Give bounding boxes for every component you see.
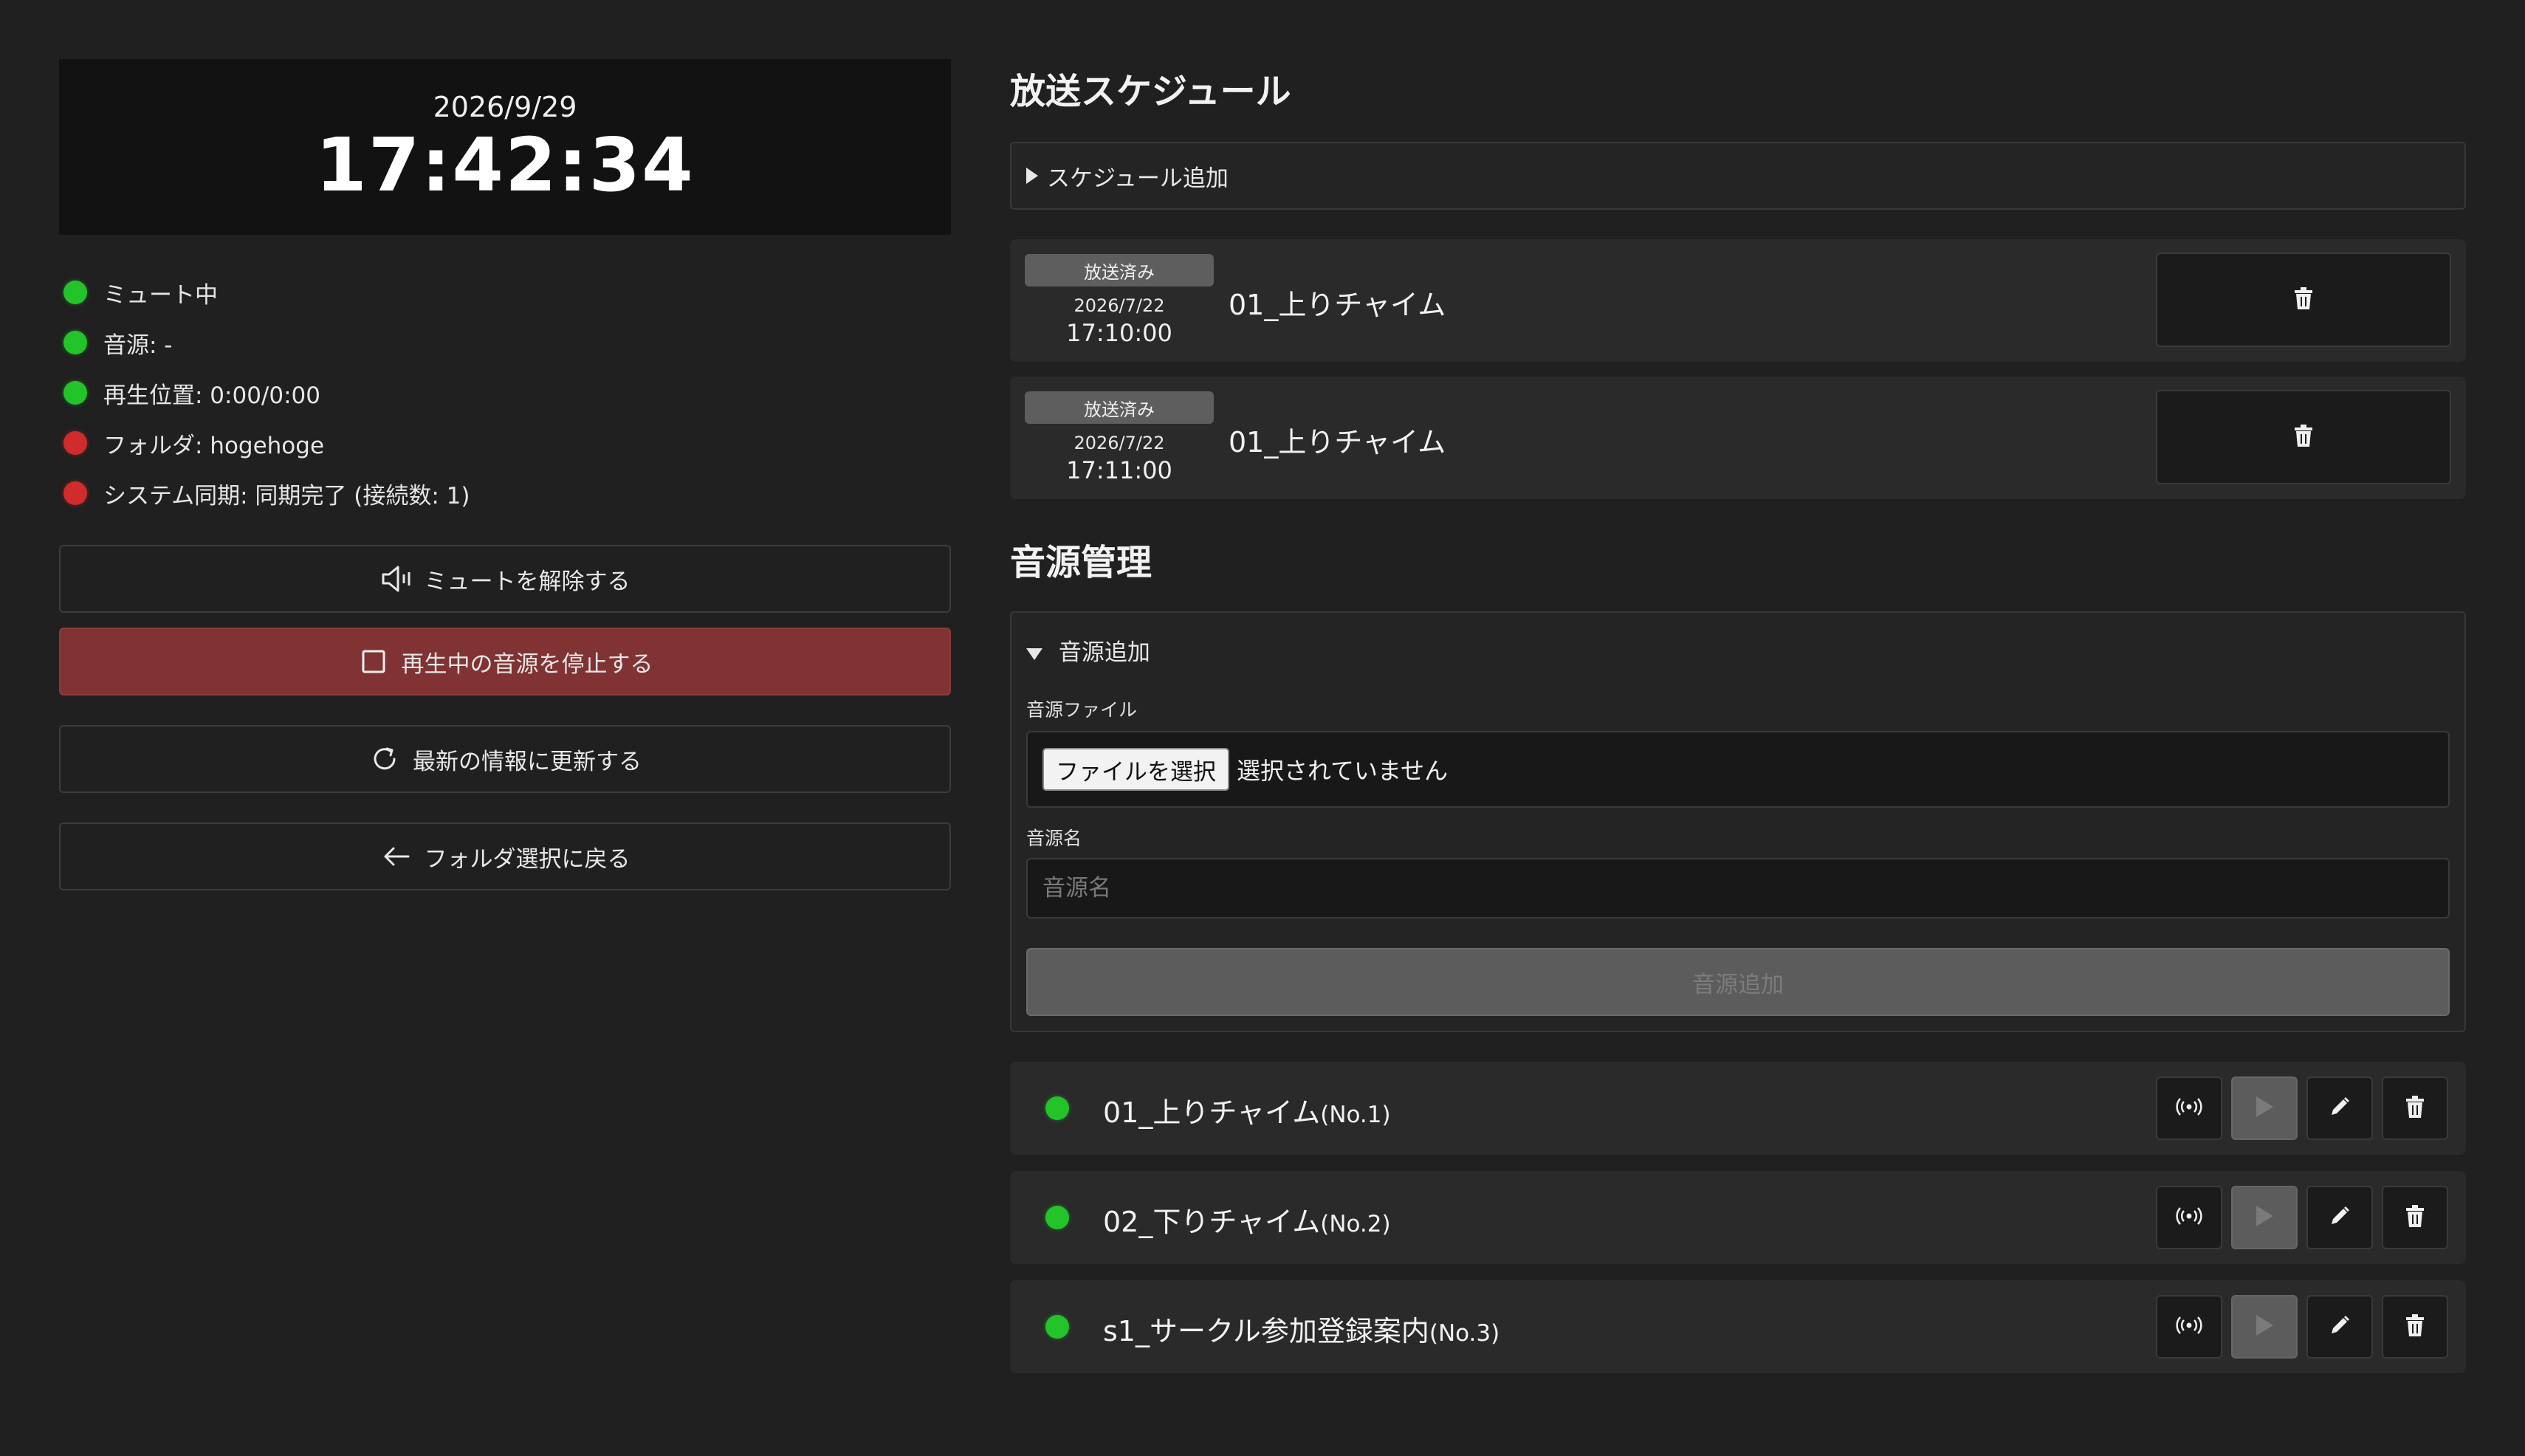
status-folder: フォルダ: hogehoge: [59, 418, 951, 468]
stop-label: 再生中の音源を停止する: [401, 650, 653, 678]
status-indicator-icon: [63, 481, 87, 505]
play-button[interactable]: [2231, 1186, 2298, 1249]
name-field-label: 音源名: [1026, 828, 1082, 849]
stop-icon: [357, 645, 390, 678]
schedule-date: 2026/7/22: [1073, 433, 1165, 453]
clock-time: 17:42:34: [315, 121, 695, 208]
status-indicator-icon: [1045, 1206, 1069, 1229]
add-schedule-toggle[interactable]: スケジュール追加: [1010, 142, 2466, 210]
file-status: 選択されていません: [1237, 757, 1449, 785]
back-to-folder-button[interactable]: フォルダ選択に戻る: [59, 823, 951, 890]
add-source-button[interactable]: 音源追加: [1026, 948, 2450, 1016]
status-label: ミュート中: [103, 281, 218, 309]
play-button[interactable]: [2231, 1076, 2298, 1140]
caret-right-icon: [1026, 168, 1038, 184]
delete-schedule-button[interactable]: [2156, 253, 2451, 347]
source-name-input[interactable]: [1026, 858, 2450, 918]
clock-date: 2026/9/29: [433, 90, 577, 123]
sources-heading: 音源管理: [1010, 542, 1152, 583]
unmute-label: ミュートを解除する: [424, 568, 631, 595]
refresh-label: 最新の情報に更新する: [413, 748, 642, 775]
trash-icon: [2405, 1314, 2425, 1339]
status-source: 音源: -: [59, 317, 951, 368]
source-name: 02_下りチャイム(No.2): [1103, 1206, 1391, 1238]
status-indicator-icon: [63, 281, 87, 304]
source-name: 01_上りチャイム(No.1): [1103, 1096, 1391, 1129]
pencil-icon: [2329, 1205, 2351, 1230]
app-page: 2026/9/29 17:42:34 ミュート中 音源: - 再生位置: 0:0…: [0, 0, 2525, 1456]
broadcast-icon: [2176, 1207, 2202, 1228]
status-label: システム同期: 同期完了 (接続数: 1): [103, 482, 470, 509]
clock-display: 2026/9/29 17:42:34: [59, 59, 951, 235]
delete-source-button[interactable]: [2382, 1186, 2448, 1249]
control-panel: 2026/9/29 17:42:34 ミュート中 音源: - 再生位置: 0:0…: [59, 59, 951, 890]
broadcast-button[interactable]: [2156, 1295, 2222, 1359]
status-indicator-icon: [1045, 1315, 1069, 1339]
trash-icon: [2405, 1096, 2425, 1121]
status-label: フォルダ: hogehoge: [103, 432, 325, 459]
caret-down-icon: [1026, 648, 1042, 660]
add-source-label: 音源追加: [1058, 639, 1150, 666]
status-position: 再生位置: 0:00/0:00: [59, 368, 951, 418]
play-icon: [2254, 1314, 2275, 1340]
broadcast-button[interactable]: [2156, 1186, 2222, 1249]
edit-button[interactable]: [2306, 1076, 2373, 1140]
delete-source-button[interactable]: [2382, 1076, 2448, 1140]
schedule-item: 放送済み 2026/7/22 17:10:00 01_上りチャイム: [1010, 239, 2466, 362]
source-item: 02_下りチャイム(No.2): [1010, 1171, 2466, 1264]
edit-button[interactable]: [2306, 1295, 2373, 1359]
speaker-icon: [380, 563, 413, 595]
delete-source-button[interactable]: [2382, 1295, 2448, 1359]
add-source-panel: 音源追加 音源ファイル ファイルを選択 選択されていません 音源名 音源追加: [1010, 611, 2466, 1032]
play-icon: [2254, 1204, 2275, 1231]
schedule-time: 17:11:00: [1066, 456, 1172, 484]
choose-file-button[interactable]: ファイルを選択: [1042, 748, 1229, 791]
unmute-button[interactable]: ミュートを解除する: [59, 545, 951, 613]
broadcast-button[interactable]: [2156, 1076, 2222, 1140]
schedule-item: 放送済み 2026/7/22 17:11:00 01_上りチャイム: [1010, 377, 2466, 499]
edit-button[interactable]: [2306, 1186, 2373, 1249]
refresh-button[interactable]: 最新の情報に更新する: [59, 725, 951, 793]
status-label: 音源: -: [103, 332, 173, 359]
schedule-source-name: 01_上りチャイム: [1229, 289, 1446, 321]
schedule-time: 17:10:00: [1066, 319, 1172, 347]
status-indicator-icon: [63, 381, 87, 405]
add-source-toggle[interactable]: 音源追加: [1026, 633, 1150, 667]
trash-icon: [2405, 1205, 2425, 1230]
status-indicator-icon: [63, 331, 87, 354]
status-list: ミュート中 音源: - 再生位置: 0:00/0:00 フォルダ: hogeho…: [59, 267, 951, 518]
status-indicator-icon: [1045, 1096, 1069, 1120]
status-badge: 放送済み: [1025, 254, 1214, 286]
source-item: 01_上りチャイム(No.1): [1010, 1062, 2466, 1155]
play-button[interactable]: [2231, 1295, 2298, 1359]
broadcast-icon: [2176, 1316, 2202, 1337]
arrow-left-icon: [380, 840, 413, 873]
status-indicator-icon: [63, 431, 87, 455]
broadcast-icon: [2176, 1098, 2202, 1119]
refresh-icon: [368, 743, 401, 775]
pencil-icon: [2329, 1314, 2351, 1339]
pencil-icon: [2329, 1096, 2351, 1121]
status-label: 再生位置: 0:00/0:00: [103, 382, 320, 409]
stop-playback-button[interactable]: 再生中の音源を停止する: [59, 628, 951, 696]
schedule-date: 2026/7/22: [1073, 295, 1165, 316]
trash-icon: [2294, 425, 2313, 450]
status-badge: 放送済み: [1025, 391, 1214, 424]
schedule-heading: 放送スケジュール: [1010, 71, 1291, 112]
schedule-source-name: 01_上りチャイム: [1229, 426, 1446, 459]
status-mute: ミュート中: [59, 267, 951, 317]
play-icon: [2254, 1095, 2275, 1122]
delete-schedule-button[interactable]: [2156, 390, 2451, 484]
trash-icon: [2294, 287, 2313, 312]
source-name: s1_サークル参加登録案内(No.3): [1103, 1315, 1500, 1347]
source-item: s1_サークル参加登録案内(No.3): [1010, 1280, 2466, 1373]
add-schedule-label: スケジュール追加: [1047, 165, 1229, 192]
back-label: フォルダ選択に戻る: [424, 845, 631, 873]
file-input[interactable]: ファイルを選択 選択されていません: [1026, 731, 2450, 808]
file-field-label: 音源ファイル: [1026, 699, 1138, 721]
status-sync: システム同期: 同期完了 (接続数: 1): [59, 468, 951, 518]
